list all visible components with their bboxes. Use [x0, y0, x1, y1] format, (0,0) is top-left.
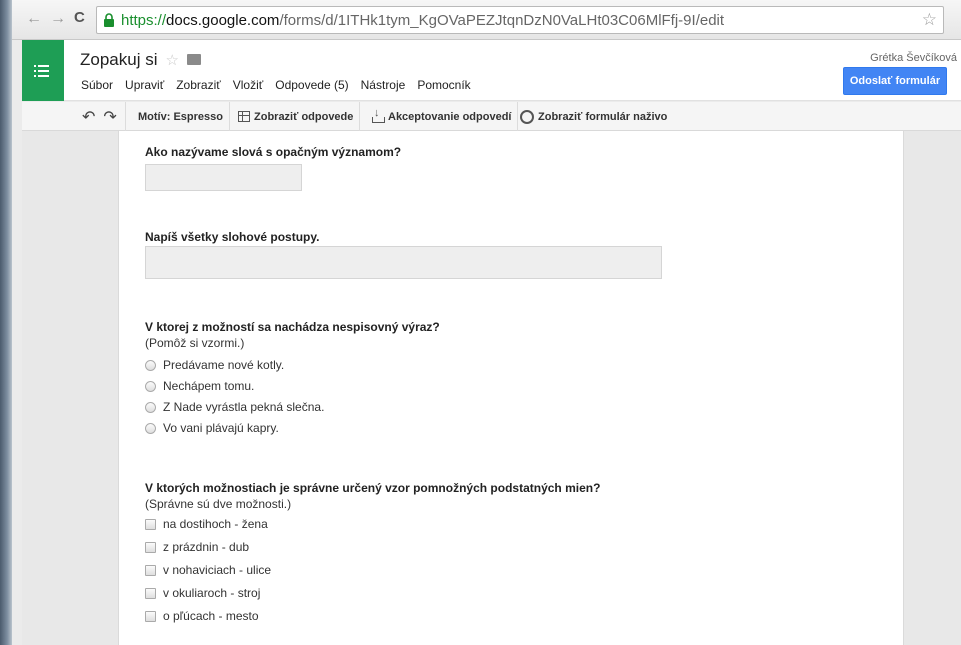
globe-icon [520, 109, 534, 124]
option-label: na dostihoch - žena [163, 517, 268, 531]
option-label: Predávame nové kotly. [163, 358, 285, 372]
checkbox[interactable] [145, 587, 156, 599]
address-bar[interactable]: https://docs.google.com/forms/d/1ITHk1ty… [96, 6, 944, 34]
question-2-title[interactable]: Napíš všetky slohové postupy. [145, 230, 320, 244]
radio-option[interactable]: Vo vani plávajú kapry. [145, 421, 279, 435]
inbox-download-icon [372, 107, 385, 123]
form-toolbar: ↶ ↷ Motív: Espresso Zobraziť odpovede Ak… [22, 102, 961, 131]
checkbox[interactable] [145, 564, 156, 576]
url-protocol: https:// [121, 12, 167, 29]
document-title-row: Zopakuj si ☆ [80, 50, 201, 70]
url-text: https://docs.google.com/forms/d/1ITHk1ty… [121, 12, 724, 29]
send-form-button[interactable]: Odoslať formulár [843, 67, 947, 95]
checkbox-option[interactable]: na dostihoch - žena [145, 517, 268, 531]
checkbox-option[interactable]: v okuliaroch - stroj [145, 586, 260, 600]
list-icon [34, 62, 51, 80]
radio-option[interactable]: Predávame nové kotly. [145, 358, 284, 372]
account-name[interactable]: Grétka Ševčíková [870, 52, 957, 64]
question-2-paragraph-input[interactable] [145, 246, 662, 279]
view-responses-label: Zobraziť odpovede [254, 110, 354, 123]
option-label: Nechápem tomu. [163, 379, 255, 393]
option-label: Vo vani plávajú kapry. [163, 421, 279, 435]
accepting-responses-label: Akceptovanie odpovedí [388, 110, 512, 123]
view-live-form-label: Zobraziť formulár naživo [538, 110, 668, 123]
forms-home-button[interactable] [22, 40, 64, 101]
folder-icon[interactable] [186, 54, 201, 65]
form-paper: Ako nazývame slová s opačným významom? N… [118, 131, 904, 645]
bookmark-star-icon[interactable]: ☆ [922, 10, 937, 30]
menu-insert[interactable]: Vložiť [232, 78, 265, 92]
undo-icon[interactable]: ↶ [82, 107, 95, 127]
question-1-text-input[interactable] [145, 164, 302, 191]
question-4-help: (Správne sú dve možnosti.) [145, 497, 292, 511]
question-3-help: (Pomôž si vzormi.) [145, 336, 245, 350]
checkbox-option[interactable]: v nohaviciach - ulice [145, 563, 271, 577]
radio-button[interactable] [145, 401, 156, 413]
option-label: o pľúcach - mesto [163, 609, 259, 623]
question-3-title[interactable]: V ktorej z možností sa nachádza nespisov… [145, 320, 440, 334]
redo-icon[interactable]: ↷ [103, 107, 116, 127]
document-title[interactable]: Zopakuj si [80, 50, 157, 69]
option-label: z prázdnin - dub [163, 540, 250, 554]
radio-button[interactable] [145, 380, 156, 392]
accepting-responses-button[interactable]: Akceptovanie odpovedí [366, 102, 519, 131]
url-path: /forms/d/1ITHk1tym_KgOVaPEZJtqnDzN0VaLHt… [279, 12, 725, 29]
lock-icon [104, 13, 114, 27]
option-label: v nohaviciach - ulice [163, 563, 272, 577]
back-arrow-icon[interactable]: ← [26, 10, 42, 28]
url-host: docs.google.com [166, 12, 280, 29]
forms-header: Zopakuj si ☆ Súbor Upraviť Zobraziť Vloži… [22, 40, 961, 101]
menu-responses[interactable]: Odpovede (5) [274, 78, 349, 92]
menu-tools[interactable]: Nástroje [360, 78, 407, 92]
checkbox[interactable] [145, 541, 156, 553]
question-4-title[interactable]: V ktorých možnostiach je správne určený … [145, 481, 600, 495]
menu-file[interactable]: Súbor [80, 78, 114, 92]
radio-option[interactable]: Nechápem tomu. [145, 379, 254, 393]
theme-button[interactable]: Motív: Espresso [132, 102, 230, 131]
browser-window: ← → C https://docs.google.com/forms/d/1I… [0, 0, 961, 645]
menu-edit[interactable]: Upraviť [124, 78, 165, 92]
menu-help[interactable]: Pomocník [416, 78, 471, 92]
view-live-form-button[interactable]: Zobraziť formulár naživo [514, 102, 673, 131]
option-label: Z Nade vyrástla pekná slečna. [163, 400, 325, 414]
option-label: v okuliaroch - stroj [163, 586, 261, 600]
radio-button[interactable] [145, 422, 156, 434]
spreadsheet-icon [238, 111, 250, 122]
window-edge [0, 0, 12, 645]
view-responses-button[interactable]: Zobraziť odpovede [232, 102, 361, 131]
forward-arrow-icon[interactable]: → [50, 10, 66, 28]
browser-toolbar: ← → C https://docs.google.com/forms/d/1I… [12, 0, 961, 40]
checkbox-option[interactable]: o pľúcach - mesto [145, 609, 259, 623]
undo-redo-group: ↶ ↷ [74, 102, 126, 131]
menu-view[interactable]: Zobraziť [175, 78, 222, 92]
form-canvas: Ako nazývame slová s opačným významom? N… [22, 131, 961, 645]
question-1-title[interactable]: Ako nazývame slová s opačným významom? [145, 145, 401, 159]
checkbox-option[interactable]: z prázdnin - dub [145, 540, 249, 554]
radio-option[interactable]: Z Nade vyrástla pekná slečna. [145, 400, 324, 414]
menu-bar: Súbor Upraviť Zobraziť Vložiť Odpovede (… [80, 78, 472, 92]
checkbox[interactable] [145, 610, 156, 622]
reload-icon[interactable]: C [74, 9, 85, 26]
star-icon[interactable]: ☆ [165, 52, 178, 69]
radio-button[interactable] [145, 359, 156, 371]
checkbox[interactable] [145, 518, 156, 530]
theme-label: Motív: Espresso [138, 110, 223, 123]
